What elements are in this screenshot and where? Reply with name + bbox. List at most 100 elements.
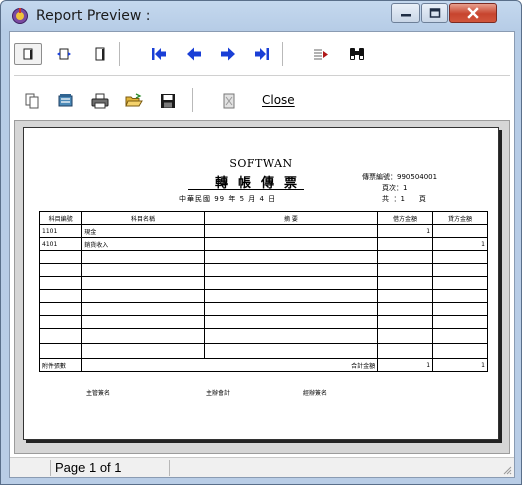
previous-page-icon (187, 47, 201, 61)
credit-amount (432, 224, 488, 238)
page-no: 1 (403, 184, 408, 192)
col-header: 摘 要 (203, 211, 379, 225)
signature-manager: 主管簽名 (86, 390, 111, 397)
status-bar: Page 1 of 1 (10, 457, 514, 477)
page-setup-icon (223, 93, 235, 109)
debit-amount (377, 237, 434, 251)
total-debit: 1 (377, 358, 434, 372)
col-header: 貸方金額 (432, 211, 488, 225)
report-company: SOFTWAN (229, 157, 293, 170)
fit-width-icon (57, 48, 71, 60)
copy-button[interactable] (20, 90, 44, 112)
printer-icon (91, 93, 109, 109)
first-page-button[interactable] (145, 43, 173, 65)
total-credit: 1 (432, 358, 488, 372)
table-row-empty (38, 328, 488, 344)
voucher-table: 科目編號 科目名稱 摘 要 借方金額 貸方金額 1101 現金 1 4101 銷… (38, 211, 488, 372)
account-name: 現金 (81, 224, 205, 238)
col-header: 借方金額 (377, 211, 434, 225)
toolbar-separator (119, 42, 120, 66)
account-name: 銷貨收入 (81, 237, 205, 251)
goto-page-button[interactable] (307, 43, 335, 65)
binoculars-icon (350, 48, 364, 60)
minimize-icon (400, 14, 411, 17)
print-button[interactable] (88, 90, 112, 112)
signature-accountant: 主辦會計 (206, 390, 231, 397)
table-footer-row: 附件張數 合計金額 1 1 (38, 358, 488, 372)
page-no-label: 頁次： (382, 184, 403, 192)
save-icon (161, 94, 175, 108)
goto-page-icon (314, 49, 328, 60)
report-preview-window: Report Preview : Close SOFTWAN 轉帳傳票 中華民國… (0, 0, 522, 485)
export-button[interactable] (54, 90, 78, 112)
title-underline (188, 189, 304, 190)
toolbar-separator (282, 42, 283, 66)
close-window-button[interactable] (449, 3, 497, 23)
col-header: 科目名稱 (81, 211, 205, 225)
table-row-empty (38, 343, 488, 359)
toolbar-divider (14, 75, 510, 76)
report-date: 中華民國 99 年 5 月 4 日 (179, 195, 277, 203)
report-page: SOFTWAN 轉帳傳票 中華民國 99 年 5 月 4 日 傳票編號：9905… (23, 127, 499, 440)
col-header: 科目編號 (38, 211, 83, 225)
total-pages: 1 (400, 195, 405, 203)
fit-width-button[interactable] (50, 43, 78, 65)
table-row-empty (38, 263, 488, 277)
open-button[interactable] (122, 90, 146, 112)
previous-page-button[interactable] (180, 43, 208, 65)
whole-page-icon (95, 47, 105, 61)
title-bar[interactable]: Report Preview : (1, 1, 521, 31)
page-setup-button[interactable] (217, 90, 241, 112)
close-icon (467, 7, 479, 19)
close-button[interactable]: Close (262, 93, 295, 107)
page-view-icon (23, 48, 33, 60)
page-indicator: Page 1 of 1 (50, 460, 170, 476)
app-icon (12, 8, 28, 24)
last-page-icon (255, 48, 269, 60)
next-page-icon (221, 47, 235, 61)
table-row: 4101 銷貨收入 1 (38, 237, 488, 251)
resize-grip-icon[interactable] (502, 465, 512, 475)
whole-page-button[interactable] (86, 43, 114, 65)
last-page-button[interactable] (248, 43, 276, 65)
table-row-empty (38, 289, 488, 303)
memo (203, 237, 379, 251)
navigation-toolbar (10, 32, 514, 76)
minimize-button[interactable] (391, 3, 420, 23)
attachments-label: 附件張數 (38, 358, 83, 372)
actions-toolbar: Close (10, 84, 514, 118)
table-header-row: 科目編號 科目名稱 摘 要 借方金額 貸方金額 (38, 211, 488, 225)
table-row-empty (38, 302, 488, 316)
page-number-line: 頁次：1 (382, 183, 407, 193)
credit-amount: 1 (432, 237, 488, 251)
maximize-button[interactable] (421, 3, 448, 23)
page-width-button[interactable] (14, 43, 42, 65)
voucher-number-line: 傳票編號：990504001 (362, 172, 437, 182)
account-code: 1101 (38, 224, 83, 238)
preview-area[interactable]: SOFTWAN 轉帳傳票 中華民國 99 年 5 月 4 日 傳票編號：9905… (14, 120, 510, 454)
table-row-empty (38, 250, 488, 264)
table-row-empty (38, 315, 488, 329)
folder-open-icon (125, 93, 143, 107)
voucher-no-label: 傳票編號： (362, 173, 397, 181)
first-page-icon (152, 48, 166, 60)
total-label: 共 ： (382, 195, 401, 203)
window-title: Report Preview : (36, 8, 151, 24)
table-row-empty (38, 276, 488, 290)
search-button[interactable] (343, 43, 371, 65)
table-row: 1101 現金 1 (38, 224, 488, 238)
total-pages-line: 共 ：1 頁 (382, 194, 426, 204)
memo (203, 224, 379, 238)
account-code: 4101 (38, 237, 83, 251)
signature-handler: 經辦簽名 (303, 390, 328, 397)
next-page-button[interactable] (214, 43, 242, 65)
save-button[interactable] (156, 90, 180, 112)
voucher-no: 990504001 (397, 173, 438, 181)
export-icon (58, 94, 73, 107)
total-amount-label: 合計金額 (81, 358, 379, 372)
toolbar-separator (192, 88, 193, 112)
total-unit: 頁 (418, 195, 426, 203)
copy-icon (25, 93, 39, 109)
maximize-icon (429, 8, 440, 18)
client-area: Close SOFTWAN 轉帳傳票 中華民國 99 年 5 月 4 日 傳票編… (9, 31, 515, 478)
